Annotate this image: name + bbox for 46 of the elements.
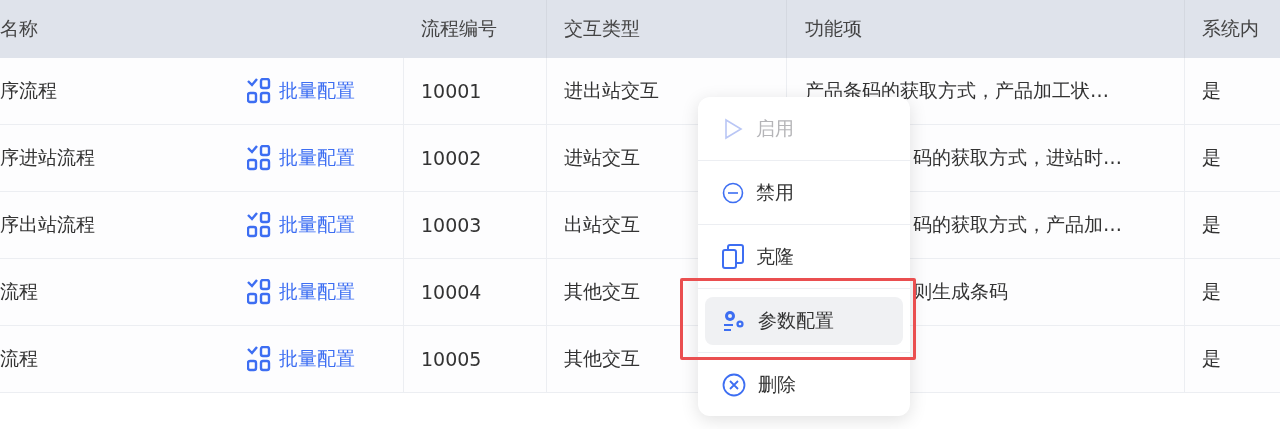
menu-item[interactable]: 删除	[705, 360, 903, 409]
table-cell-text: 是	[1202, 78, 1221, 103]
batch-config-link[interactable]: 批量配置	[247, 145, 355, 171]
minus-circle-icon	[722, 181, 744, 204]
table-cell-text: 是	[1202, 212, 1221, 237]
column-header: 流程编号	[421, 16, 497, 41]
menu-item[interactable]: 克隆	[705, 232, 903, 281]
column-header: 功能项	[805, 16, 862, 41]
table-cell-text: 序出站流程	[0, 212, 95, 237]
grid-check-icon	[247, 78, 271, 104]
table-cell-text: 进出站交互	[564, 78, 659, 103]
table-cell-text: 进站交互	[564, 145, 640, 170]
table-cell-text: 其他交互	[564, 279, 640, 304]
batch-config-link[interactable]: 批量配置	[247, 212, 355, 238]
column-header: 系统内	[1202, 16, 1259, 41]
table-cell-text: 码的获取方式，进站时…	[913, 145, 1122, 170]
table-cell-text: 是	[1202, 145, 1221, 170]
column-header: 交互类型	[564, 16, 640, 41]
table-cell: 10005	[421, 348, 482, 370]
grid-check-icon	[247, 145, 271, 171]
batch-config-link[interactable]: 批量配置	[247, 346, 355, 372]
table-cell: 10002	[421, 147, 482, 169]
grid-check-icon	[247, 212, 271, 238]
batch-config-link[interactable]: 批量配置	[247, 279, 355, 305]
table-cell-text: 其他交互	[564, 346, 640, 371]
table-cell-text: 是	[1202, 346, 1221, 371]
table-cell-text: 是	[1202, 279, 1221, 304]
table-cell-text: 序进站流程	[0, 145, 95, 170]
table-cell-text: 码的获取方式，产品加…	[913, 212, 1122, 237]
play-icon	[722, 117, 744, 140]
menu-item[interactable]: 禁用	[705, 168, 903, 217]
column-header: 名称	[0, 16, 38, 41]
copy-icon	[722, 243, 744, 270]
table-cell: 10001	[421, 80, 482, 102]
gears-icon	[722, 308, 746, 333]
table-cell-text: 流程	[0, 346, 38, 371]
grid-check-icon	[247, 279, 271, 305]
table-cell-text: 流程	[0, 279, 38, 304]
table-cell-text: 序流程	[0, 78, 57, 103]
batch-config-link[interactable]: 批量配置	[247, 78, 355, 104]
menu-item[interactable]: 参数配置	[705, 296, 903, 345]
table-cell: 10003	[421, 214, 482, 236]
grid-check-icon	[247, 346, 271, 372]
table-cell: 10004	[421, 281, 482, 303]
close-circle-icon	[722, 372, 746, 397]
table-cell-text: 出站交互	[564, 212, 640, 237]
